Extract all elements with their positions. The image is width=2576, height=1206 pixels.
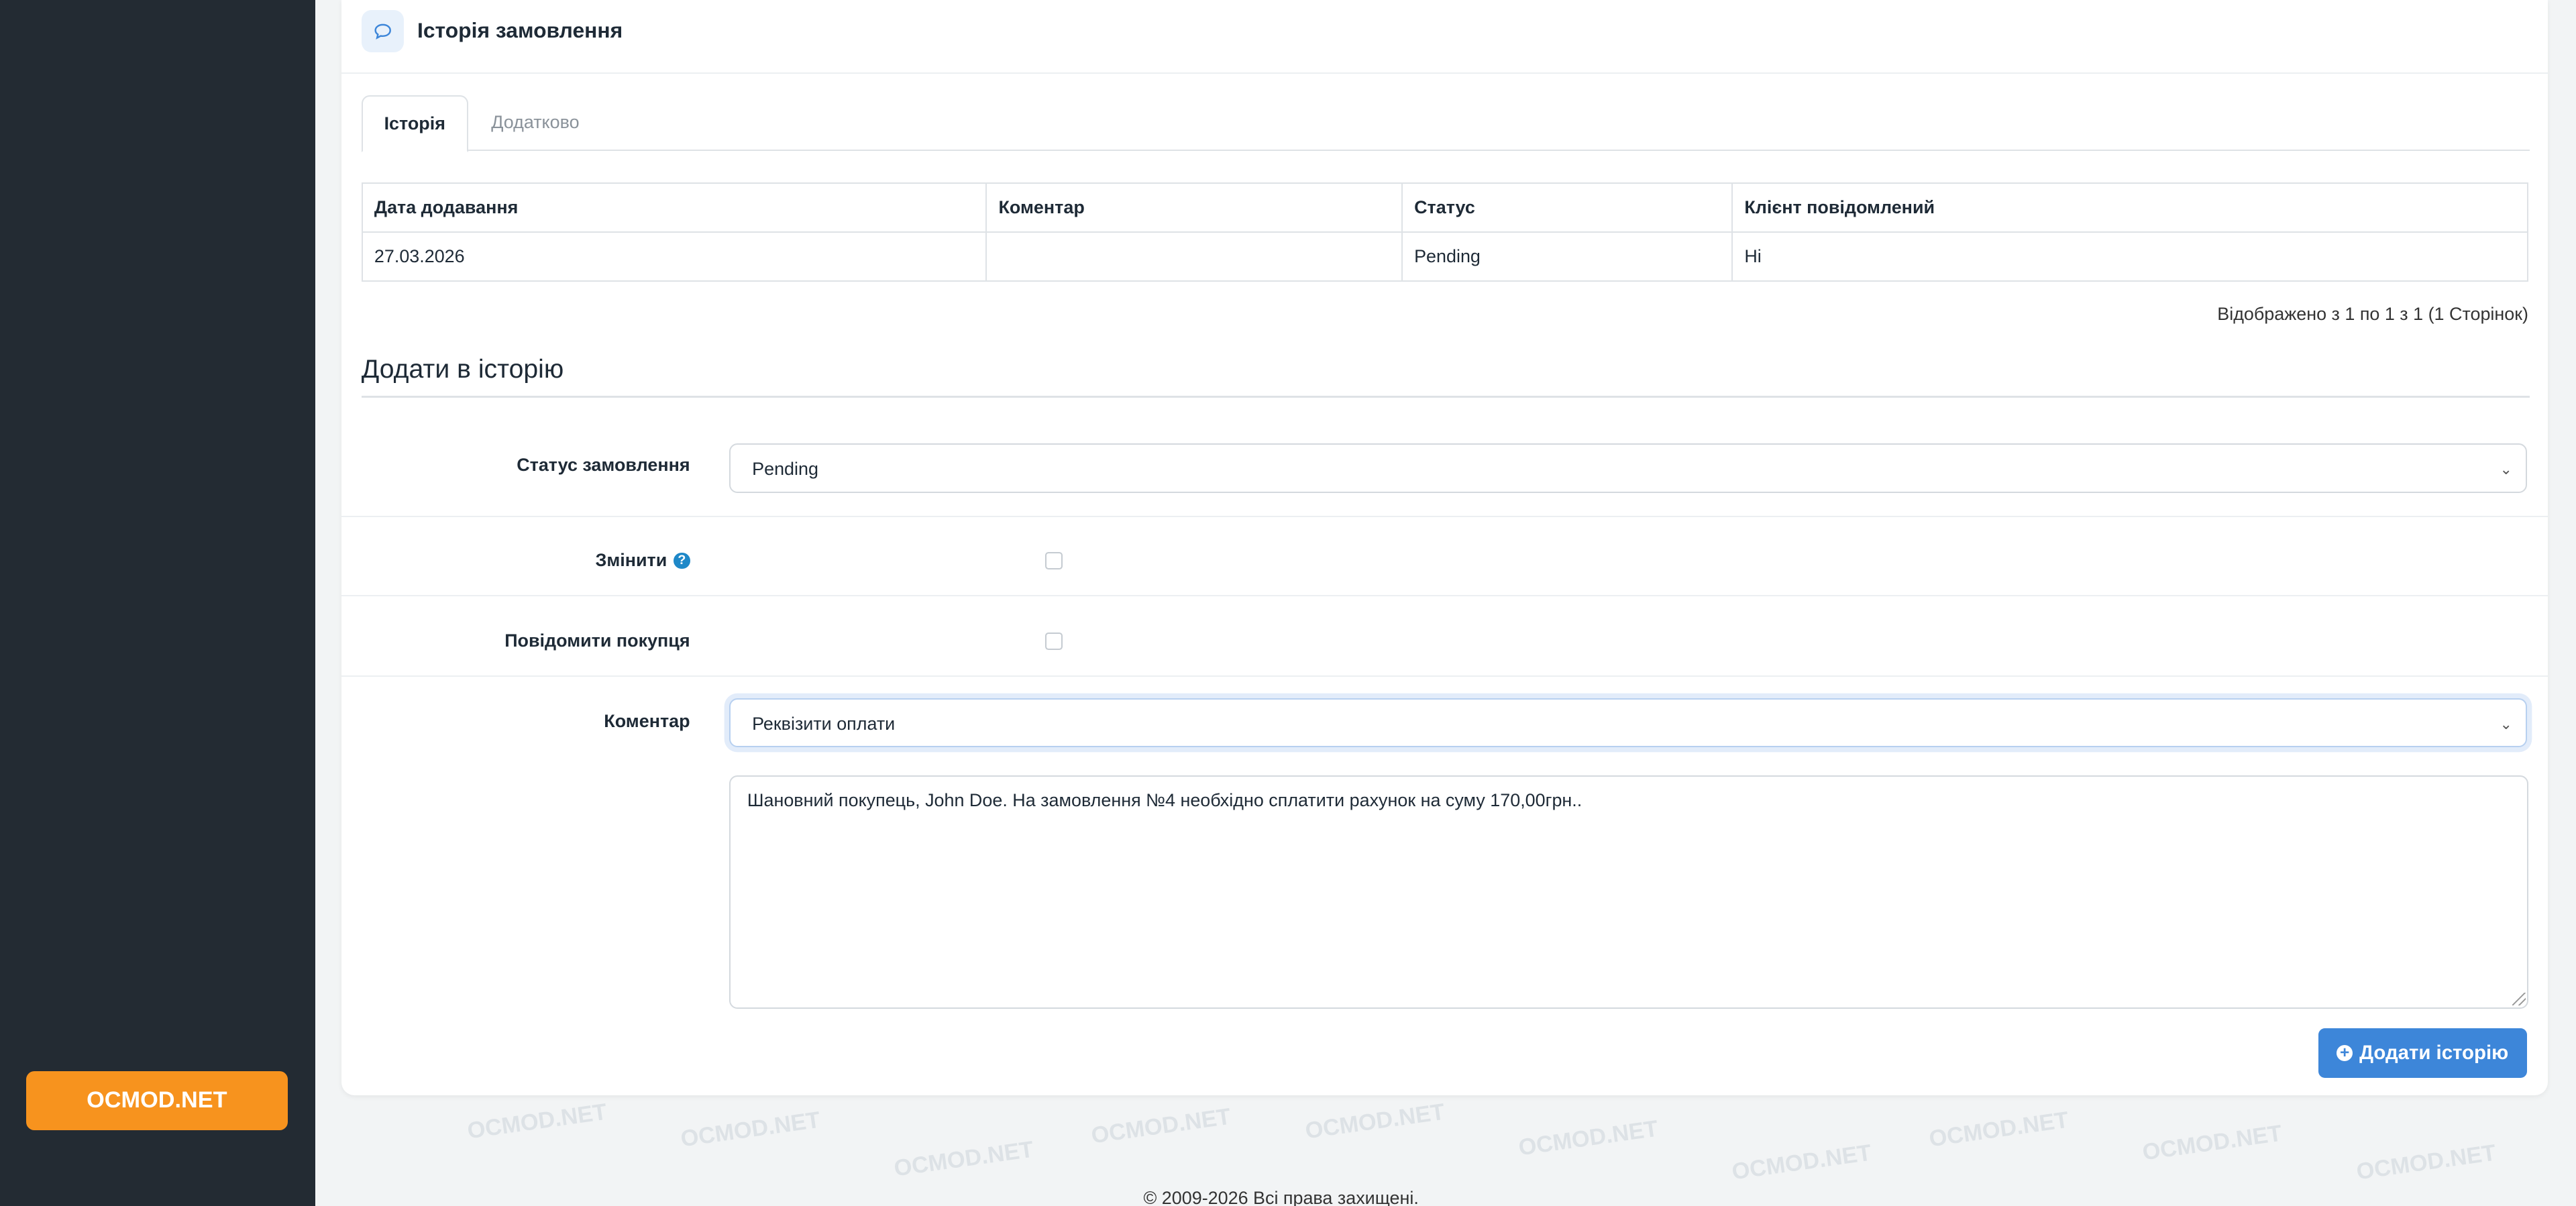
column-header-date: Дата додавання — [361, 182, 987, 233]
watermark: OCMOD.NET — [1730, 1140, 1874, 1185]
table-header-row: Дата додавання Коментар Статус Клієнт по… — [361, 182, 2528, 233]
override-label: Змінити ? — [595, 550, 690, 571]
cell-comment — [985, 231, 1403, 282]
watermark: OCMOD.NET — [892, 1137, 1036, 1182]
order-status-select[interactable]: Pending ⌄ — [729, 443, 2527, 493]
order-status-label: Статус замовлення — [517, 455, 690, 476]
pagination-results: Відображено з 1 по 1 з 1 (1 Сторінок) — [2217, 304, 2528, 325]
brand-button[interactable]: OCMOD.NET — [26, 1071, 288, 1130]
divider — [341, 515, 2548, 518]
table-row: 27.03.2026 Pending Ні — [361, 231, 2528, 282]
notify-customer-label: Повідомити покупця — [504, 631, 690, 651]
column-header-status: Статус — [1401, 182, 1733, 233]
help-icon[interactable]: ? — [674, 552, 690, 569]
watermark: OCMOD.NET — [1089, 1104, 1233, 1149]
notify-customer-checkbox[interactable] — [1044, 632, 1063, 650]
chevron-down-icon: ⌄ — [2500, 715, 2512, 732]
column-header-notified: Клієнт повідомлений — [1731, 182, 2528, 233]
comment-textarea[interactable]: Шановний покупець, John Doe. На замовлен… — [729, 775, 2528, 1009]
watermark: OCMOD.NET — [2141, 1120, 2284, 1166]
order-history-card: Історія замовлення Історія Додатково Дат… — [341, 0, 2548, 1096]
override-checkbox[interactable] — [1044, 551, 1063, 569]
add-history-heading: Додати в історію — [361, 354, 564, 384]
watermark: OCMOD.NET — [1517, 1115, 1660, 1160]
tab-history[interactable]: Історія — [361, 95, 468, 152]
sidebar: OCMOD.NET — [0, 0, 316, 1206]
history-table: Дата додавання Коментар Статус Клієнт по… — [361, 182, 2528, 282]
resize-handle[interactable] — [2512, 992, 2526, 1006]
watermark: OCMOD.NET — [1927, 1107, 2071, 1152]
comment-label: Коментар — [604, 711, 690, 732]
cell-date: 27.03.2026 — [361, 231, 987, 282]
main-content: OCMOD.NET OCMOD.NET OCMOD.NET OCMOD.NET … — [315, 0, 2576, 1206]
column-header-comment: Коментар — [985, 182, 1403, 233]
chevron-down-icon: ⌄ — [2500, 461, 2512, 478]
comment-template-select[interactable]: Реквізити оплати ⌄ — [729, 698, 2527, 748]
footer-copyright: © 2009-2026 Всі права захищені. — [1143, 1187, 1419, 1206]
divider — [341, 675, 2548, 677]
cell-status: Pending — [1401, 231, 1733, 282]
watermark: OCMOD.NET — [1303, 1099, 1446, 1144]
comment-icon — [361, 9, 405, 53]
cell-notified: Ні — [1731, 231, 2528, 282]
divider — [361, 396, 2530, 398]
tab-additional[interactable]: Додатково — [470, 95, 600, 150]
plus-circle-icon: + — [2336, 1044, 2353, 1062]
tabs: Історія Додатково — [361, 95, 2530, 152]
card-header: Історія замовлення — [341, 0, 2548, 74]
watermark: OCMOD.NET — [465, 1099, 608, 1144]
add-history-button[interactable]: + Додати історію — [2318, 1028, 2527, 1078]
watermark: OCMOD.NET — [679, 1107, 822, 1152]
card-title: Історія замовлення — [417, 17, 623, 42]
divider — [341, 594, 2548, 596]
watermark: OCMOD.NET — [2355, 1140, 2498, 1185]
